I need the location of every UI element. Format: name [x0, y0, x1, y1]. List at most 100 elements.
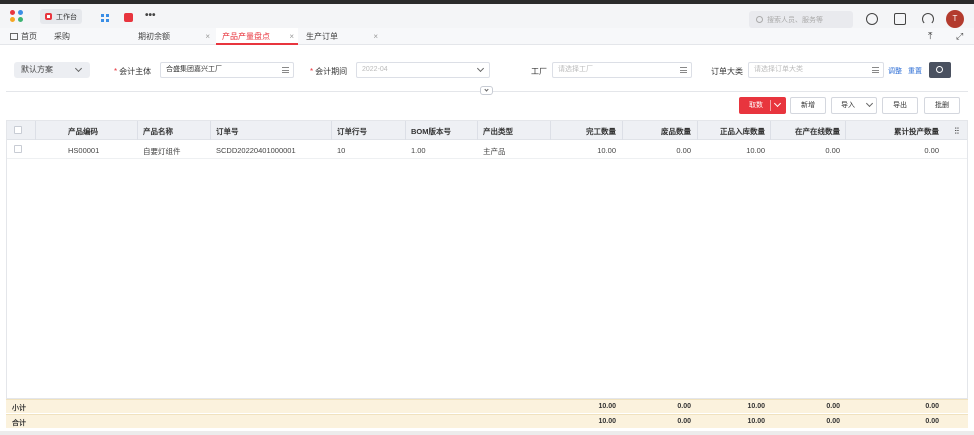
chevron-down-icon [476, 64, 485, 73]
column-header[interactable]: 完工数量 [586, 126, 616, 137]
accounting-period-value: 2022-04 [362, 66, 388, 73]
tab-label: 首页 [21, 32, 37, 41]
search-placeholder: 搜索人员、服务等 [767, 16, 823, 24]
column-header[interactable]: 产出类型 [483, 126, 513, 137]
import-button[interactable]: 导入 [831, 97, 877, 114]
column-header[interactable]: 废品数量 [661, 126, 691, 137]
import-label: 导入 [841, 102, 855, 109]
chevron-down-icon [484, 87, 489, 92]
order-category-placeholder: 请选择订单大类 [754, 66, 803, 73]
collapse-filter-button[interactable] [480, 86, 493, 95]
cell-order-line: 10 [337, 146, 346, 155]
global-search-input[interactable]: 搜索人员、服务等 [749, 11, 853, 28]
cell-good-stock-in-qty: 10.00 [746, 146, 765, 155]
filter-bar: 默认方案 * 会计主体 合盛集团嘉兴工厂 * 会计期间 2022-04 工厂 请选择… [6, 56, 968, 86]
order-category-field[interactable]: 请选择订单大类 [748, 62, 884, 78]
scheme-value: 默认方案 [21, 65, 53, 74]
order-category-label: 订单大类 [711, 67, 743, 76]
column-header[interactable]: 产品名称 [143, 126, 173, 137]
search-button[interactable] [929, 62, 951, 78]
workbench-icon [45, 13, 52, 20]
horizontal-scrollbar[interactable] [0, 431, 974, 435]
list-icon[interactable] [680, 67, 687, 73]
subtotal-scrap-qty: 0.00 [677, 403, 691, 410]
accounting-period-label: * 会计期间 [310, 67, 348, 76]
tab-label: 期初余额 [138, 32, 170, 41]
total-cumulative-input-qty: 0.00 [925, 418, 939, 425]
select-all-checkbox[interactable] [14, 126, 22, 134]
accounting-period-field[interactable]: 2022-04 [356, 62, 490, 78]
cell-scrap-qty: 0.00 [676, 146, 691, 155]
subtotal-label: 小计 [12, 405, 26, 412]
message-icon[interactable] [894, 13, 906, 25]
subtotal-cumulative-input-qty: 0.00 [925, 403, 939, 410]
chevron-down-icon[interactable] [773, 99, 782, 108]
accounting-entity-value: 合盛集团嘉兴工厂 [166, 66, 222, 73]
column-header[interactable]: BOM版本号 [411, 126, 451, 137]
batch-delete-button[interactable]: 批删 [924, 97, 960, 114]
column-header[interactable]: 在产在线数量 [795, 126, 840, 137]
workbench-label: 工作台 [56, 13, 77, 21]
add-button[interactable]: 新增 [790, 97, 826, 114]
total-wip-qty: 0.00 [826, 418, 840, 425]
app-logo-icon[interactable] [10, 10, 24, 23]
help-icon[interactable] [866, 13, 878, 25]
workbench-tab[interactable]: 工作台 [40, 9, 82, 24]
close-icon[interactable]: × [289, 28, 294, 45]
tab-home[interactable]: 首页 [10, 28, 46, 45]
subtotal-good-stock-in-qty: 10.00 [747, 403, 765, 410]
column-header[interactable]: 订单行号 [337, 126, 367, 137]
more-icon[interactable]: ••• [145, 10, 156, 21]
pin-icon[interactable]: ⤒ [928, 28, 938, 45]
column-header[interactable]: 订单号 [216, 126, 239, 137]
cell-cumulative-input-qty: 0.00 [924, 146, 939, 155]
fetch-data-button[interactable]: 取数 [739, 97, 786, 114]
close-icon[interactable]: × [205, 28, 210, 45]
close-icon[interactable]: × [373, 28, 378, 45]
cell-product-code: HS00001 [68, 146, 100, 155]
factory-field[interactable]: 请选择工厂 [552, 62, 692, 78]
tab-purchase[interactable]: 采购 [54, 28, 134, 45]
top-bar: 工作台 ••• 搜索人员、服务等 T [0, 4, 974, 28]
export-button[interactable]: 导出 [882, 97, 918, 114]
cell-bom-version: 1.00 [411, 146, 426, 155]
column-header[interactable]: 正品入库数量 [720, 126, 765, 137]
cell-order-number: SCDD20220401000001 [216, 146, 296, 155]
reset-link[interactable]: 重置 [908, 66, 922, 76]
apps-grid-icon[interactable] [101, 14, 109, 22]
row-checkbox[interactable] [14, 145, 22, 153]
accounting-entity-field[interactable]: 合盛集团嘉兴工厂 [160, 62, 294, 78]
subtotal-row: 小计 10.00 0.00 10.00 0.00 0.00 [6, 399, 968, 413]
avatar[interactable]: T [946, 10, 964, 28]
subtotal-wip-qty: 0.00 [826, 403, 840, 410]
list-icon[interactable] [282, 67, 289, 73]
cell-completed-qty: 10.00 [597, 146, 616, 155]
list-icon[interactable] [872, 67, 879, 73]
search-icon [936, 66, 943, 73]
home-icon [10, 33, 18, 40]
subtotal-completed-qty: 10.00 [598, 403, 616, 410]
tab-bar: 首页 采购 期初余额 × 产品产量盘点 × 生产订单 × ⤒ ⤢ [0, 28, 974, 45]
tab-label: 产品产量盘点 [222, 32, 270, 41]
chevron-down-icon[interactable] [865, 99, 874, 108]
tab-production-order[interactable]: 生产订单 × [306, 28, 378, 45]
total-label: 合计 [12, 420, 26, 427]
total-row: 合计 10.00 0.00 10.00 0.00 0.00 [6, 414, 968, 428]
adjust-link[interactable]: 调整 [888, 66, 902, 76]
total-completed-qty: 10.00 [598, 418, 616, 425]
fullscreen-icon[interactable]: ⤢ [956, 28, 966, 45]
tab-opening-balance[interactable]: 期初余额 × [138, 28, 210, 45]
data-table: 产品编码 产品名称 订单号 订单行号 BOM版本号 产出类型 完工数量 废品数量… [6, 120, 968, 399]
support-headset-icon[interactable] [922, 13, 934, 25]
app-shortcut-icon[interactable] [124, 13, 133, 22]
scheme-select[interactable]: 默认方案 [14, 62, 90, 78]
factory-placeholder: 请选择工厂 [558, 66, 593, 73]
search-icon [756, 16, 763, 23]
column-header[interactable]: 产品编码 [68, 126, 98, 137]
column-header[interactable]: 累计投产数量 [894, 126, 939, 137]
tab-product-output-count[interactable]: 产品产量盘点 × [216, 28, 298, 45]
accounting-entity-label: * 会计主体 [114, 67, 152, 76]
column-settings-icon[interactable]: ⫶⫶ [954, 126, 959, 137]
cell-output-type: 主产品 [483, 147, 506, 156]
chevron-down-icon [74, 64, 83, 73]
